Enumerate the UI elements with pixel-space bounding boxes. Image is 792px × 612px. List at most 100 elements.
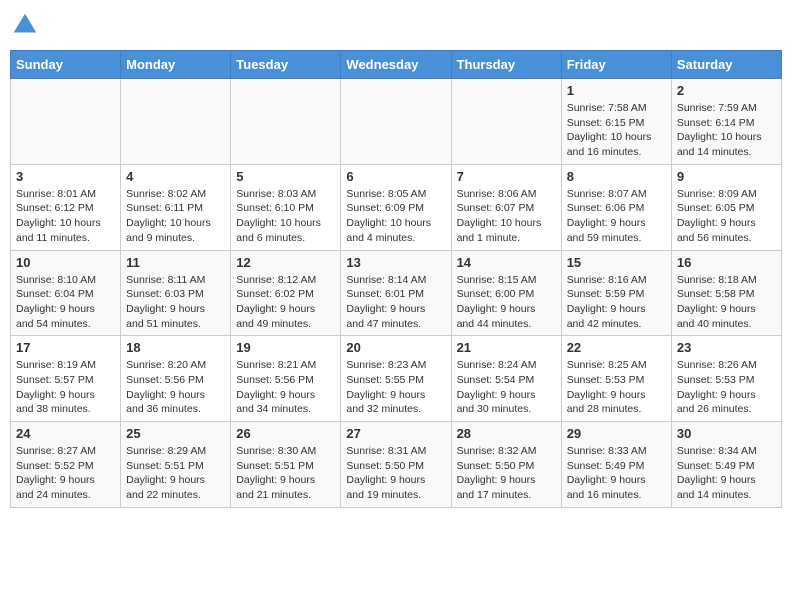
- day-number: 29: [567, 426, 666, 441]
- day-number: 3: [16, 169, 115, 184]
- day-header-friday: Friday: [561, 51, 671, 79]
- calendar-cell: 27 Sunrise: 8:31 AM Sunset: 5:50 PM Dayli…: [341, 422, 451, 508]
- day-number: 11: [126, 255, 225, 270]
- day-number: 25: [126, 426, 225, 441]
- day-number: 21: [457, 340, 556, 355]
- day-header-monday: Monday: [121, 51, 231, 79]
- calendar-cell: 3 Sunrise: 8:01 AM Sunset: 6:12 PM Daylig…: [11, 164, 121, 250]
- day-info: Sunrise: 8:24 AM Sunset: 5:54 PM Dayligh…: [457, 358, 556, 417]
- calendar-body: 1 Sunrise: 7:58 AM Sunset: 6:15 PM Daylig…: [11, 79, 782, 508]
- day-info: Sunrise: 8:09 AM Sunset: 6:05 PM Dayligh…: [677, 187, 776, 246]
- day-number: 15: [567, 255, 666, 270]
- calendar-cell: 20 Sunrise: 8:23 AM Sunset: 5:55 PM Dayli…: [341, 336, 451, 422]
- day-number: 6: [346, 169, 445, 184]
- day-info: Sunrise: 8:12 AM Sunset: 6:02 PM Dayligh…: [236, 273, 335, 332]
- day-header-saturday: Saturday: [671, 51, 781, 79]
- calendar-cell: 5 Sunrise: 8:03 AM Sunset: 6:10 PM Daylig…: [231, 164, 341, 250]
- calendar-cell: 19 Sunrise: 8:21 AM Sunset: 5:56 PM Dayli…: [231, 336, 341, 422]
- day-number: 1: [567, 83, 666, 98]
- calendar-cell: 10 Sunrise: 8:10 AM Sunset: 6:04 PM Dayli…: [11, 250, 121, 336]
- day-info: Sunrise: 8:29 AM Sunset: 5:51 PM Dayligh…: [126, 444, 225, 503]
- day-info: Sunrise: 8:33 AM Sunset: 5:49 PM Dayligh…: [567, 444, 666, 503]
- calendar-cell: 8 Sunrise: 8:07 AM Sunset: 6:06 PM Daylig…: [561, 164, 671, 250]
- day-number: 13: [346, 255, 445, 270]
- calendar-cell: 15 Sunrise: 8:16 AM Sunset: 5:59 PM Dayli…: [561, 250, 671, 336]
- calendar-cell: 9 Sunrise: 8:09 AM Sunset: 6:05 PM Daylig…: [671, 164, 781, 250]
- calendar-week-4: 17 Sunrise: 8:19 AM Sunset: 5:57 PM Dayli…: [11, 336, 782, 422]
- calendar-cell: [11, 79, 121, 165]
- calendar-cell: 29 Sunrise: 8:33 AM Sunset: 5:49 PM Dayli…: [561, 422, 671, 508]
- day-info: Sunrise: 8:25 AM Sunset: 5:53 PM Dayligh…: [567, 358, 666, 417]
- logo-icon: [10, 10, 40, 40]
- day-number: 28: [457, 426, 556, 441]
- calendar-week-2: 3 Sunrise: 8:01 AM Sunset: 6:12 PM Daylig…: [11, 164, 782, 250]
- day-info: Sunrise: 8:11 AM Sunset: 6:03 PM Dayligh…: [126, 273, 225, 332]
- day-number: 5: [236, 169, 335, 184]
- calendar-cell: 6 Sunrise: 8:05 AM Sunset: 6:09 PM Daylig…: [341, 164, 451, 250]
- calendar-cell: 23 Sunrise: 8:26 AM Sunset: 5:53 PM Dayli…: [671, 336, 781, 422]
- day-header-tuesday: Tuesday: [231, 51, 341, 79]
- calendar-week-1: 1 Sunrise: 7:58 AM Sunset: 6:15 PM Daylig…: [11, 79, 782, 165]
- calendar-cell: 26 Sunrise: 8:30 AM Sunset: 5:51 PM Dayli…: [231, 422, 341, 508]
- day-info: Sunrise: 8:15 AM Sunset: 6:00 PM Dayligh…: [457, 273, 556, 332]
- day-number: 23: [677, 340, 776, 355]
- calendar-cell: [341, 79, 451, 165]
- day-header-thursday: Thursday: [451, 51, 561, 79]
- calendar-cell: 21 Sunrise: 8:24 AM Sunset: 5:54 PM Dayli…: [451, 336, 561, 422]
- calendar-cell: 25 Sunrise: 8:29 AM Sunset: 5:51 PM Dayli…: [121, 422, 231, 508]
- day-number: 19: [236, 340, 335, 355]
- calendar-cell: 12 Sunrise: 8:12 AM Sunset: 6:02 PM Dayli…: [231, 250, 341, 336]
- calendar-cell: 14 Sunrise: 8:15 AM Sunset: 6:00 PM Dayli…: [451, 250, 561, 336]
- calendar-cell: 24Sunrise: 8:27 AM Sunset: 5:52 PM Dayli…: [11, 422, 121, 508]
- day-info: Sunrise: 8:27 AM Sunset: 5:52 PM Dayligh…: [16, 444, 115, 503]
- calendar-cell: 1 Sunrise: 7:58 AM Sunset: 6:15 PM Daylig…: [561, 79, 671, 165]
- day-number: 2: [677, 83, 776, 98]
- day-number: 20: [346, 340, 445, 355]
- day-info: Sunrise: 8:10 AM Sunset: 6:04 PM Dayligh…: [16, 273, 115, 332]
- calendar-cell: 16Sunrise: 8:18 AM Sunset: 5:58 PM Dayli…: [671, 250, 781, 336]
- day-info: Sunrise: 8:30 AM Sunset: 5:51 PM Dayligh…: [236, 444, 335, 503]
- calendar-cell: 7Sunrise: 8:06 AM Sunset: 6:07 PM Daylig…: [451, 164, 561, 250]
- calendar-cell: 4 Sunrise: 8:02 AM Sunset: 6:11 PM Daylig…: [121, 164, 231, 250]
- day-info: Sunrise: 8:05 AM Sunset: 6:09 PM Dayligh…: [346, 187, 445, 246]
- day-info: Sunrise: 8:20 AM Sunset: 5:56 PM Dayligh…: [126, 358, 225, 417]
- day-info: Sunrise: 7:59 AM Sunset: 6:14 PM Dayligh…: [677, 101, 776, 160]
- calendar-cell: 11 Sunrise: 8:11 AM Sunset: 6:03 PM Dayli…: [121, 250, 231, 336]
- day-info: Sunrise: 8:02 AM Sunset: 6:11 PM Dayligh…: [126, 187, 225, 246]
- day-number: 10: [16, 255, 115, 270]
- day-info: Sunrise: 8:16 AM Sunset: 5:59 PM Dayligh…: [567, 273, 666, 332]
- day-number: 8: [567, 169, 666, 184]
- day-number: 9: [677, 169, 776, 184]
- calendar-cell: 17 Sunrise: 8:19 AM Sunset: 5:57 PM Dayli…: [11, 336, 121, 422]
- day-info: Sunrise: 8:31 AM Sunset: 5:50 PM Dayligh…: [346, 444, 445, 503]
- day-number: 4: [126, 169, 225, 184]
- day-number: 7: [457, 169, 556, 184]
- calendar-cell: 30Sunrise: 8:34 AM Sunset: 5:49 PM Dayli…: [671, 422, 781, 508]
- day-info: Sunrise: 8:26 AM Sunset: 5:53 PM Dayligh…: [677, 358, 776, 417]
- day-info: Sunrise: 8:01 AM Sunset: 6:12 PM Dayligh…: [16, 187, 115, 246]
- day-info: Sunrise: 8:03 AM Sunset: 6:10 PM Dayligh…: [236, 187, 335, 246]
- day-info: Sunrise: 8:19 AM Sunset: 5:57 PM Dayligh…: [16, 358, 115, 417]
- day-info: Sunrise: 8:21 AM Sunset: 5:56 PM Dayligh…: [236, 358, 335, 417]
- calendar-header-row: SundayMondayTuesdayWednesdayThursdayFrid…: [11, 51, 782, 79]
- day-info: Sunrise: 8:23 AM Sunset: 5:55 PM Dayligh…: [346, 358, 445, 417]
- day-number: 12: [236, 255, 335, 270]
- header: [10, 10, 782, 40]
- day-number: 26: [236, 426, 335, 441]
- day-number: 30: [677, 426, 776, 441]
- calendar-table: SundayMondayTuesdayWednesdayThursdayFrid…: [10, 50, 782, 508]
- calendar-cell: [231, 79, 341, 165]
- day-info: Sunrise: 8:32 AM Sunset: 5:50 PM Dayligh…: [457, 444, 556, 503]
- calendar-cell: [451, 79, 561, 165]
- calendar-cell: 28 Sunrise: 8:32 AM Sunset: 5:50 PM Dayli…: [451, 422, 561, 508]
- day-number: 22: [567, 340, 666, 355]
- day-info: Sunrise: 8:18 AM Sunset: 5:58 PM Dayligh…: [677, 273, 776, 332]
- day-number: 17: [16, 340, 115, 355]
- day-number: 14: [457, 255, 556, 270]
- day-number: 18: [126, 340, 225, 355]
- day-info: Sunrise: 8:07 AM Sunset: 6:06 PM Dayligh…: [567, 187, 666, 246]
- day-info: Sunrise: 7:58 AM Sunset: 6:15 PM Dayligh…: [567, 101, 666, 160]
- calendar-cell: 22 Sunrise: 8:25 AM Sunset: 5:53 PM Dayli…: [561, 336, 671, 422]
- calendar-week-3: 10 Sunrise: 8:10 AM Sunset: 6:04 PM Dayli…: [11, 250, 782, 336]
- day-number: 27: [346, 426, 445, 441]
